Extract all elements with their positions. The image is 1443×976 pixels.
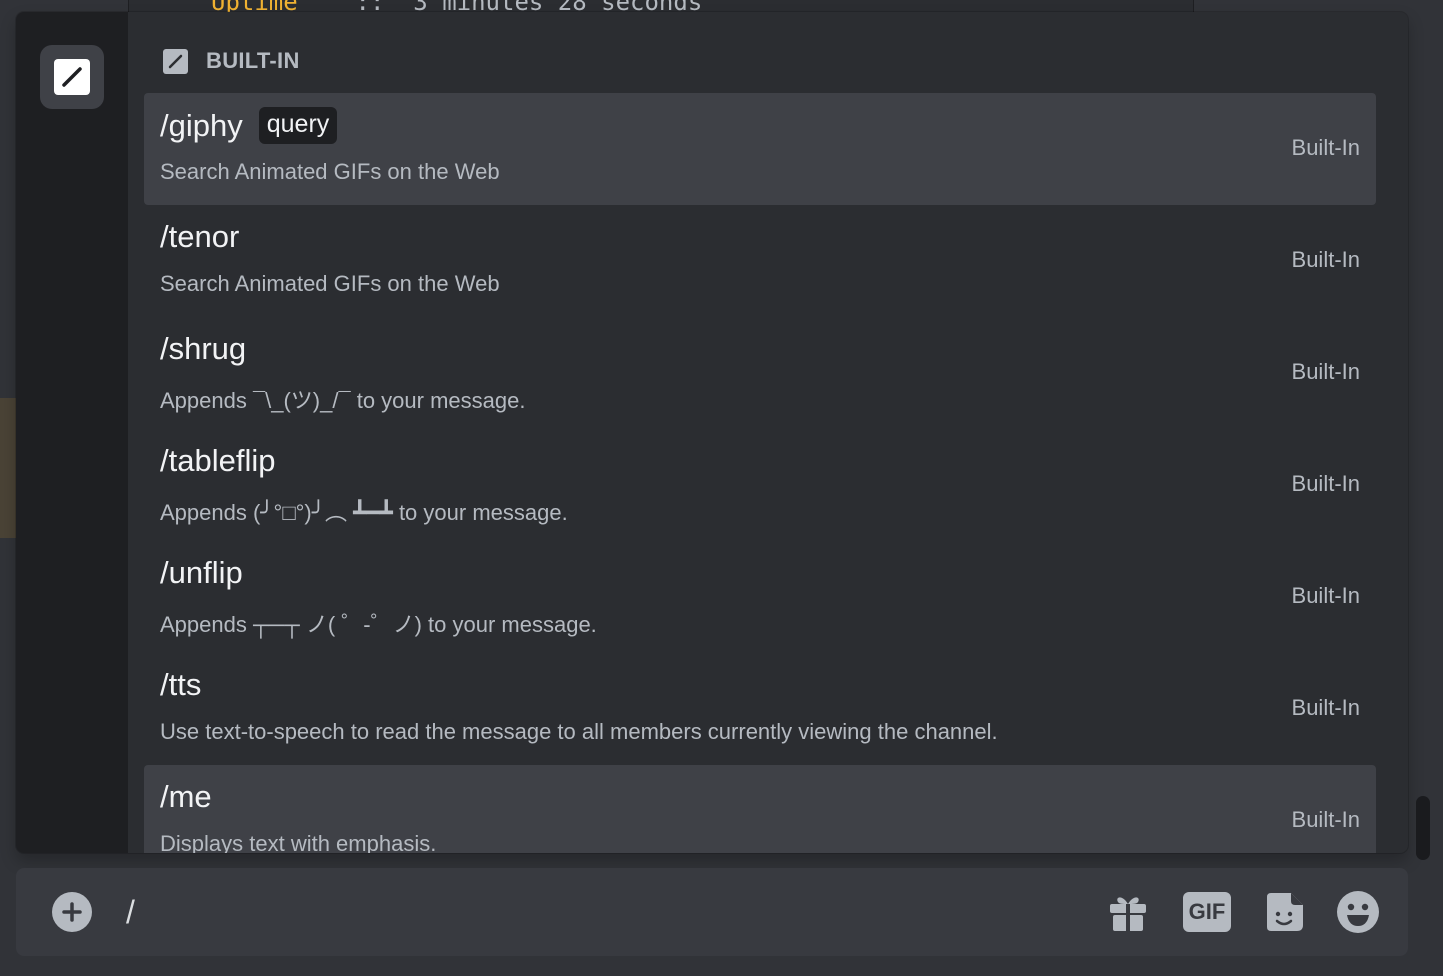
command-list: BUILT-IN /giphy query Search Animated GIFs… bbox=[128, 12, 1396, 853]
command-item-tableflip[interactable]: /tableflip Appends (╯°□°)╯︵ ┻━┻ to your m… bbox=[144, 429, 1376, 541]
command-item-unflip[interactable]: /unflip Appends ┬─┬ ノ( ゜-゜ノ) to your mess… bbox=[144, 541, 1376, 653]
command-name: /tableflip bbox=[160, 443, 276, 478]
command-name: /shrug bbox=[160, 331, 247, 366]
command-name: /unflip bbox=[160, 555, 243, 590]
command-description: Displays text with emphasis. bbox=[160, 831, 437, 853]
slash-command-icon bbox=[163, 48, 188, 74]
command-name-row: /unflip bbox=[160, 555, 243, 591]
command-name-row: /shrug bbox=[160, 331, 246, 367]
slash-command-icon bbox=[54, 59, 90, 95]
sticker-icon bbox=[1267, 893, 1303, 931]
command-source: Built-In bbox=[1291, 471, 1360, 496]
command-name-row: /me bbox=[160, 779, 212, 815]
section-title: BUILT-IN bbox=[206, 48, 300, 73]
command-item-giphy[interactable]: /giphy query Search Animated GIFs on the W… bbox=[144, 93, 1376, 205]
gift-icon bbox=[1110, 897, 1146, 931]
page-scrollbar[interactable] bbox=[1416, 796, 1430, 860]
built-in-app-button[interactable] bbox=[40, 45, 104, 109]
command-item-tenor[interactable]: /tenor Search Animated GIFs on the Web Bui… bbox=[144, 205, 1376, 317]
sticker-button[interactable] bbox=[1260, 890, 1308, 934]
app-rail bbox=[16, 12, 128, 853]
command-name: /giphy bbox=[160, 107, 243, 143]
command-item-me[interactable]: /me Displays text with emphasis. Built-In bbox=[144, 765, 1376, 853]
command-source: Built-In bbox=[1291, 583, 1360, 608]
command-name-row: /tts bbox=[160, 667, 201, 703]
command-item-tts[interactable]: /tts Use text-to-speech to read the messa… bbox=[144, 653, 1376, 765]
command-source: Built-In bbox=[1291, 135, 1360, 160]
command-description: Appends (╯°□°)╯︵ ┻━┻ to your message. bbox=[160, 500, 568, 525]
emoji-icon bbox=[1337, 891, 1379, 933]
add-attachment-button[interactable] bbox=[52, 892, 92, 932]
gift-button[interactable] bbox=[1106, 890, 1150, 934]
message-composer: GIF bbox=[16, 868, 1408, 956]
gif-button[interactable]: GIF bbox=[1182, 890, 1232, 934]
command-source: Built-In bbox=[1291, 807, 1360, 832]
gif-icon: GIF bbox=[1183, 892, 1231, 932]
slash-command-autocomplete: BUILT-IN /giphy query Search Animated GIFs… bbox=[16, 12, 1408, 853]
command-description: Search Animated GIFs on the Web bbox=[160, 159, 500, 184]
plus-icon bbox=[62, 902, 82, 922]
command-description: Use text-to-speech to read the message t… bbox=[160, 719, 998, 744]
command-name: /tts bbox=[160, 667, 202, 702]
command-source: Built-In bbox=[1291, 359, 1360, 384]
command-name: /tenor bbox=[160, 219, 240, 254]
command-description: Search Animated GIFs on the Web bbox=[160, 271, 500, 296]
emoji-button[interactable] bbox=[1334, 890, 1382, 934]
message-input[interactable] bbox=[126, 884, 1026, 940]
command-param-badge: query bbox=[258, 107, 338, 144]
command-item-shrug[interactable]: /shrug Appends ¯\_(ツ)_/¯ to your message.… bbox=[144, 317, 1376, 429]
command-description: Appends ┬─┬ ノ( ゜-゜ノ) to your message. bbox=[160, 612, 597, 637]
command-source: Built-In bbox=[1291, 247, 1360, 272]
command-name-row: /giphy query bbox=[160, 107, 338, 144]
command-name-row: /tableflip bbox=[160, 443, 275, 479]
section-header: BUILT-IN bbox=[163, 48, 300, 74]
command-source: Built-In bbox=[1291, 695, 1360, 720]
command-description: Appends ¯\_(ツ)_/¯ to your message. bbox=[160, 388, 526, 413]
command-name: /me bbox=[160, 779, 212, 814]
background-message-highlight bbox=[0, 398, 16, 538]
command-name-row: /tenor bbox=[160, 219, 239, 255]
